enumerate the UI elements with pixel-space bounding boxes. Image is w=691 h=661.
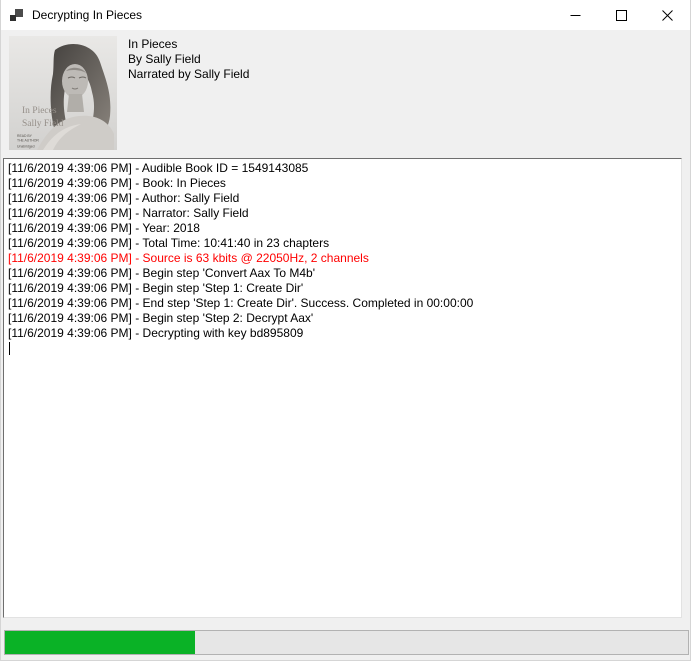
cover-title-text: In Pieces [22,106,57,116]
progress-fill [5,631,195,654]
window-controls [552,0,690,30]
log-line: [11/6/2019 4:39:06 PM] - Begin step 'Ste… [8,281,677,296]
book-author: By Sally Field [128,52,249,67]
log-line: [11/6/2019 4:39:06 PM] - Audible Book ID… [8,161,677,176]
book-title: In Pieces [128,37,249,52]
log-line: [11/6/2019 4:39:06 PM] - Year: 2018 [8,221,677,236]
log-line: [11/6/2019 4:39:06 PM] - End step 'Step … [8,296,677,311]
window-title: Decrypting In Pieces [32,8,142,22]
log-line: [11/6/2019 4:39:06 PM] - Author: Sally F… [8,191,677,206]
log-output-textbox[interactable]: [11/6/2019 4:39:06 PM] - Audible Book ID… [3,158,682,618]
progress-bar [4,630,689,655]
book-info: In Pieces By Sally Field Narrated by Sal… [128,37,249,82]
text-caret [9,342,10,355]
cover-readby-text: READ BY [17,134,33,138]
book-cover-image: In Pieces Sally Field READ BY THE AUTHOR… [9,36,117,150]
log-line: [11/6/2019 4:39:06 PM] - Begin step 'Ste… [8,311,677,326]
log-line: [11/6/2019 4:39:06 PM] - Begin step 'Con… [8,266,677,281]
cover-edition-text: Unabridged [17,145,35,149]
minimize-button[interactable] [552,0,598,30]
log-line: [11/6/2019 4:39:06 PM] - Decrypting with… [8,326,677,341]
maximize-icon [616,10,627,21]
title-bar[interactable]: Decrypting In Pieces [1,0,690,30]
book-narrator: Narrated by Sally Field [128,67,249,82]
close-button[interactable] [644,0,690,30]
log-line: [11/6/2019 4:39:06 PM] - Narrator: Sally… [8,206,677,221]
log-line: [11/6/2019 4:39:06 PM] - Total Time: 10:… [8,236,677,251]
app-icon [9,7,25,23]
cover-theauthor-text: THE AUTHOR [17,139,39,143]
log-line: [11/6/2019 4:39:06 PM] - Book: In Pieces [8,176,677,191]
log-line: [11/6/2019 4:39:06 PM] - Source is 63 kb… [8,251,677,266]
minimize-icon [570,10,581,21]
cover-author-text: Sally Field [22,119,64,129]
maximize-button[interactable] [598,0,644,30]
log-lines: [11/6/2019 4:39:06 PM] - Audible Book ID… [8,161,677,341]
close-icon [662,10,673,21]
app-window: Decrypting In Pieces [0,0,691,661]
